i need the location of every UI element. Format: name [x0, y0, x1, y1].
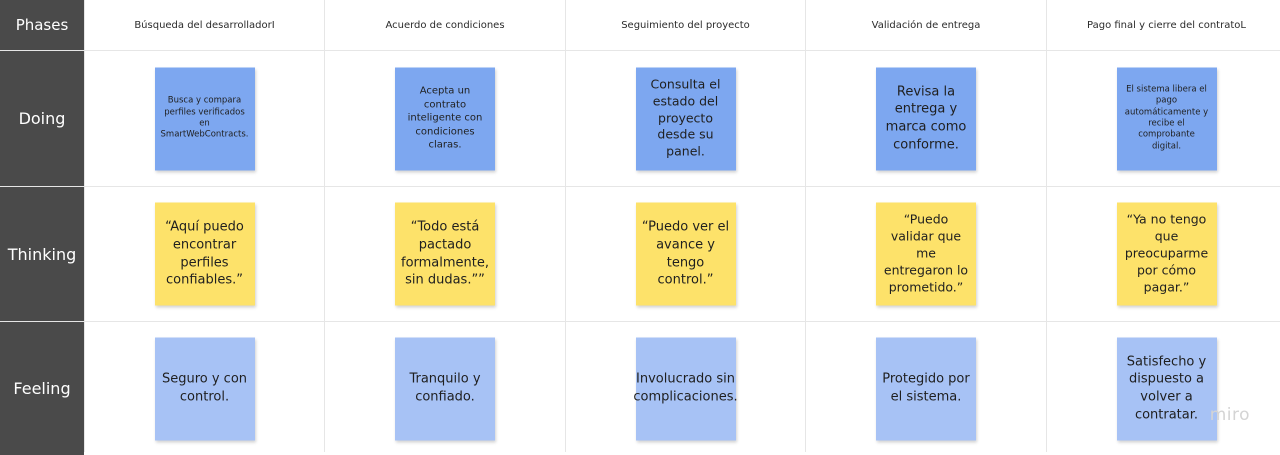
sticky-note[interactable]: “Ya no tengo que preocuparme por cómo pa… — [1116, 202, 1217, 306]
board-cell: “Aquí puedo encontrar perfiles confiable… — [85, 187, 324, 321]
sticky-note[interactable]: Busca y compara perfiles verificados en … — [154, 67, 255, 170]
miro-watermark: miro — [1209, 405, 1250, 425]
board-cell: Busca y compara perfiles verificados en … — [85, 51, 324, 186]
sticky-note[interactable]: Satisfecho y dispuesto a volver a contra… — [1116, 337, 1217, 440]
sticky-note[interactable]: “Puedo validar que me entregaron lo prom… — [876, 202, 976, 306]
sticky-note[interactable]: Protegido por el sistema. — [876, 337, 976, 440]
board-cell: Consulta el estado del proyecto desde su… — [566, 51, 805, 186]
journey-map-board: Phases Búsqueda del desarrolladorI Acuer… — [0, 0, 1280, 455]
board-cell: Protegido por el sistema. — [806, 322, 1046, 455]
board-cell: Acepta un contrato inteligente con condi… — [325, 51, 565, 186]
sticky-note[interactable]: Consulta el estado del proyecto desde su… — [635, 67, 736, 170]
phase-column-header[interactable]: Seguimiento del proyecto — [566, 0, 805, 50]
board-cell: El sistema libera el pago automáticament… — [1047, 51, 1280, 186]
phase-column-header[interactable]: Búsqueda del desarrolladorI — [85, 0, 324, 50]
board-cell: Involucrado sin complicaciones. — [566, 322, 805, 455]
sticky-note[interactable]: “Todo está pactado formalmente, sin duda… — [395, 202, 495, 306]
board-cell: “Puedo ver el avance y tengo control.” — [566, 187, 805, 321]
sticky-note[interactable]: Involucrado sin complicaciones. — [633, 337, 738, 440]
board-cell: “Ya no tengo que preocuparme por cómo pa… — [1047, 187, 1280, 321]
board-cell: Revisa la entrega y marca como conforme. — [806, 51, 1046, 186]
phase-column-header[interactable]: Acuerdo de condiciones — [325, 0, 565, 50]
board-cell: “Puedo validar que me entregaron lo prom… — [806, 187, 1046, 321]
row-header-feeling: Feeling — [0, 322, 84, 455]
board-cell: Seguro y con control. — [85, 322, 324, 455]
phases-header: Phases — [0, 0, 84, 50]
sticky-note[interactable]: Revisa la entrega y marca como conforme. — [876, 67, 976, 170]
sticky-note[interactable]: Tranquilo y confiado. — [395, 337, 495, 440]
board-cell: “Todo está pactado formalmente, sin duda… — [325, 187, 565, 321]
board-cell: Satisfecho y dispuesto a volver a contra… — [1047, 322, 1280, 455]
phase-column-header[interactable]: Validación de entrega — [806, 0, 1046, 50]
sticky-note[interactable]: “Puedo ver el avance y tengo control.” — [635, 202, 736, 306]
board-cell: Tranquilo y confiado. — [325, 322, 565, 455]
row-header-doing: Doing — [0, 51, 84, 186]
sticky-note[interactable]: “Aquí puedo encontrar perfiles confiable… — [154, 202, 255, 306]
sticky-note[interactable]: Seguro y con control. — [154, 337, 255, 440]
phase-column-header[interactable]: Pago final y cierre del contratoL — [1047, 0, 1280, 50]
row-header-thinking: Thinking — [0, 187, 84, 321]
sticky-note[interactable]: Acepta un contrato inteligente con condi… — [395, 67, 495, 170]
sticky-note[interactable]: El sistema libera el pago automáticament… — [1116, 67, 1217, 170]
